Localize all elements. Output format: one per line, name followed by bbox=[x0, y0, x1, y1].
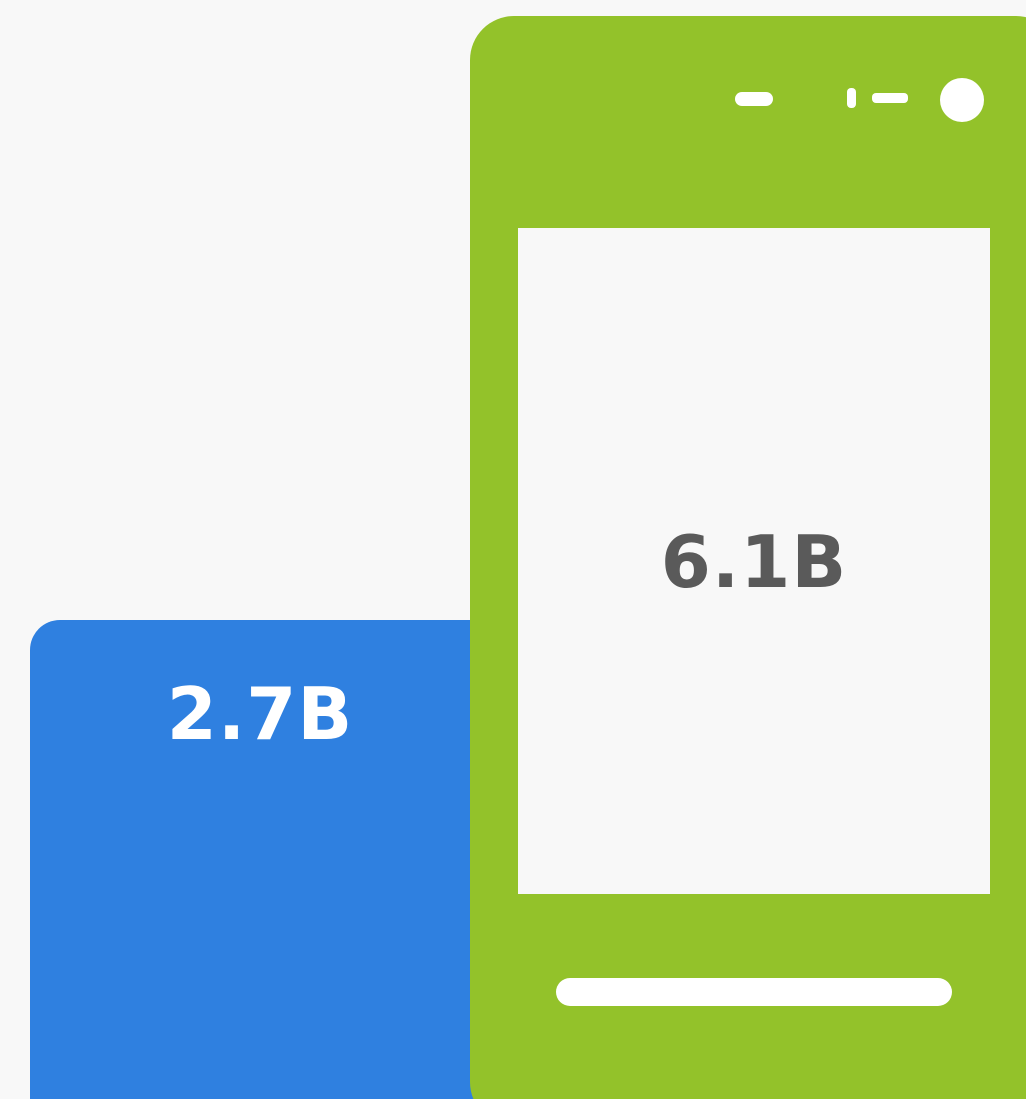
phone-earpiece-icon bbox=[735, 92, 773, 106]
blue-block: 2.7B bbox=[30, 620, 510, 1099]
phone-value: 6.1B bbox=[660, 520, 848, 604]
phone-screen: 6.1B bbox=[518, 228, 990, 894]
phone-sensor-icon bbox=[847, 88, 856, 108]
phone-speaker-icon bbox=[872, 93, 908, 103]
phone-camera-icon bbox=[940, 78, 984, 122]
phone-home-bar-icon bbox=[556, 978, 952, 1006]
infographic: 2.7B 6.1B bbox=[0, 0, 1026, 1099]
phone-icon: 6.1B bbox=[470, 16, 1026, 1099]
blue-block-value: 2.7B bbox=[166, 672, 354, 756]
